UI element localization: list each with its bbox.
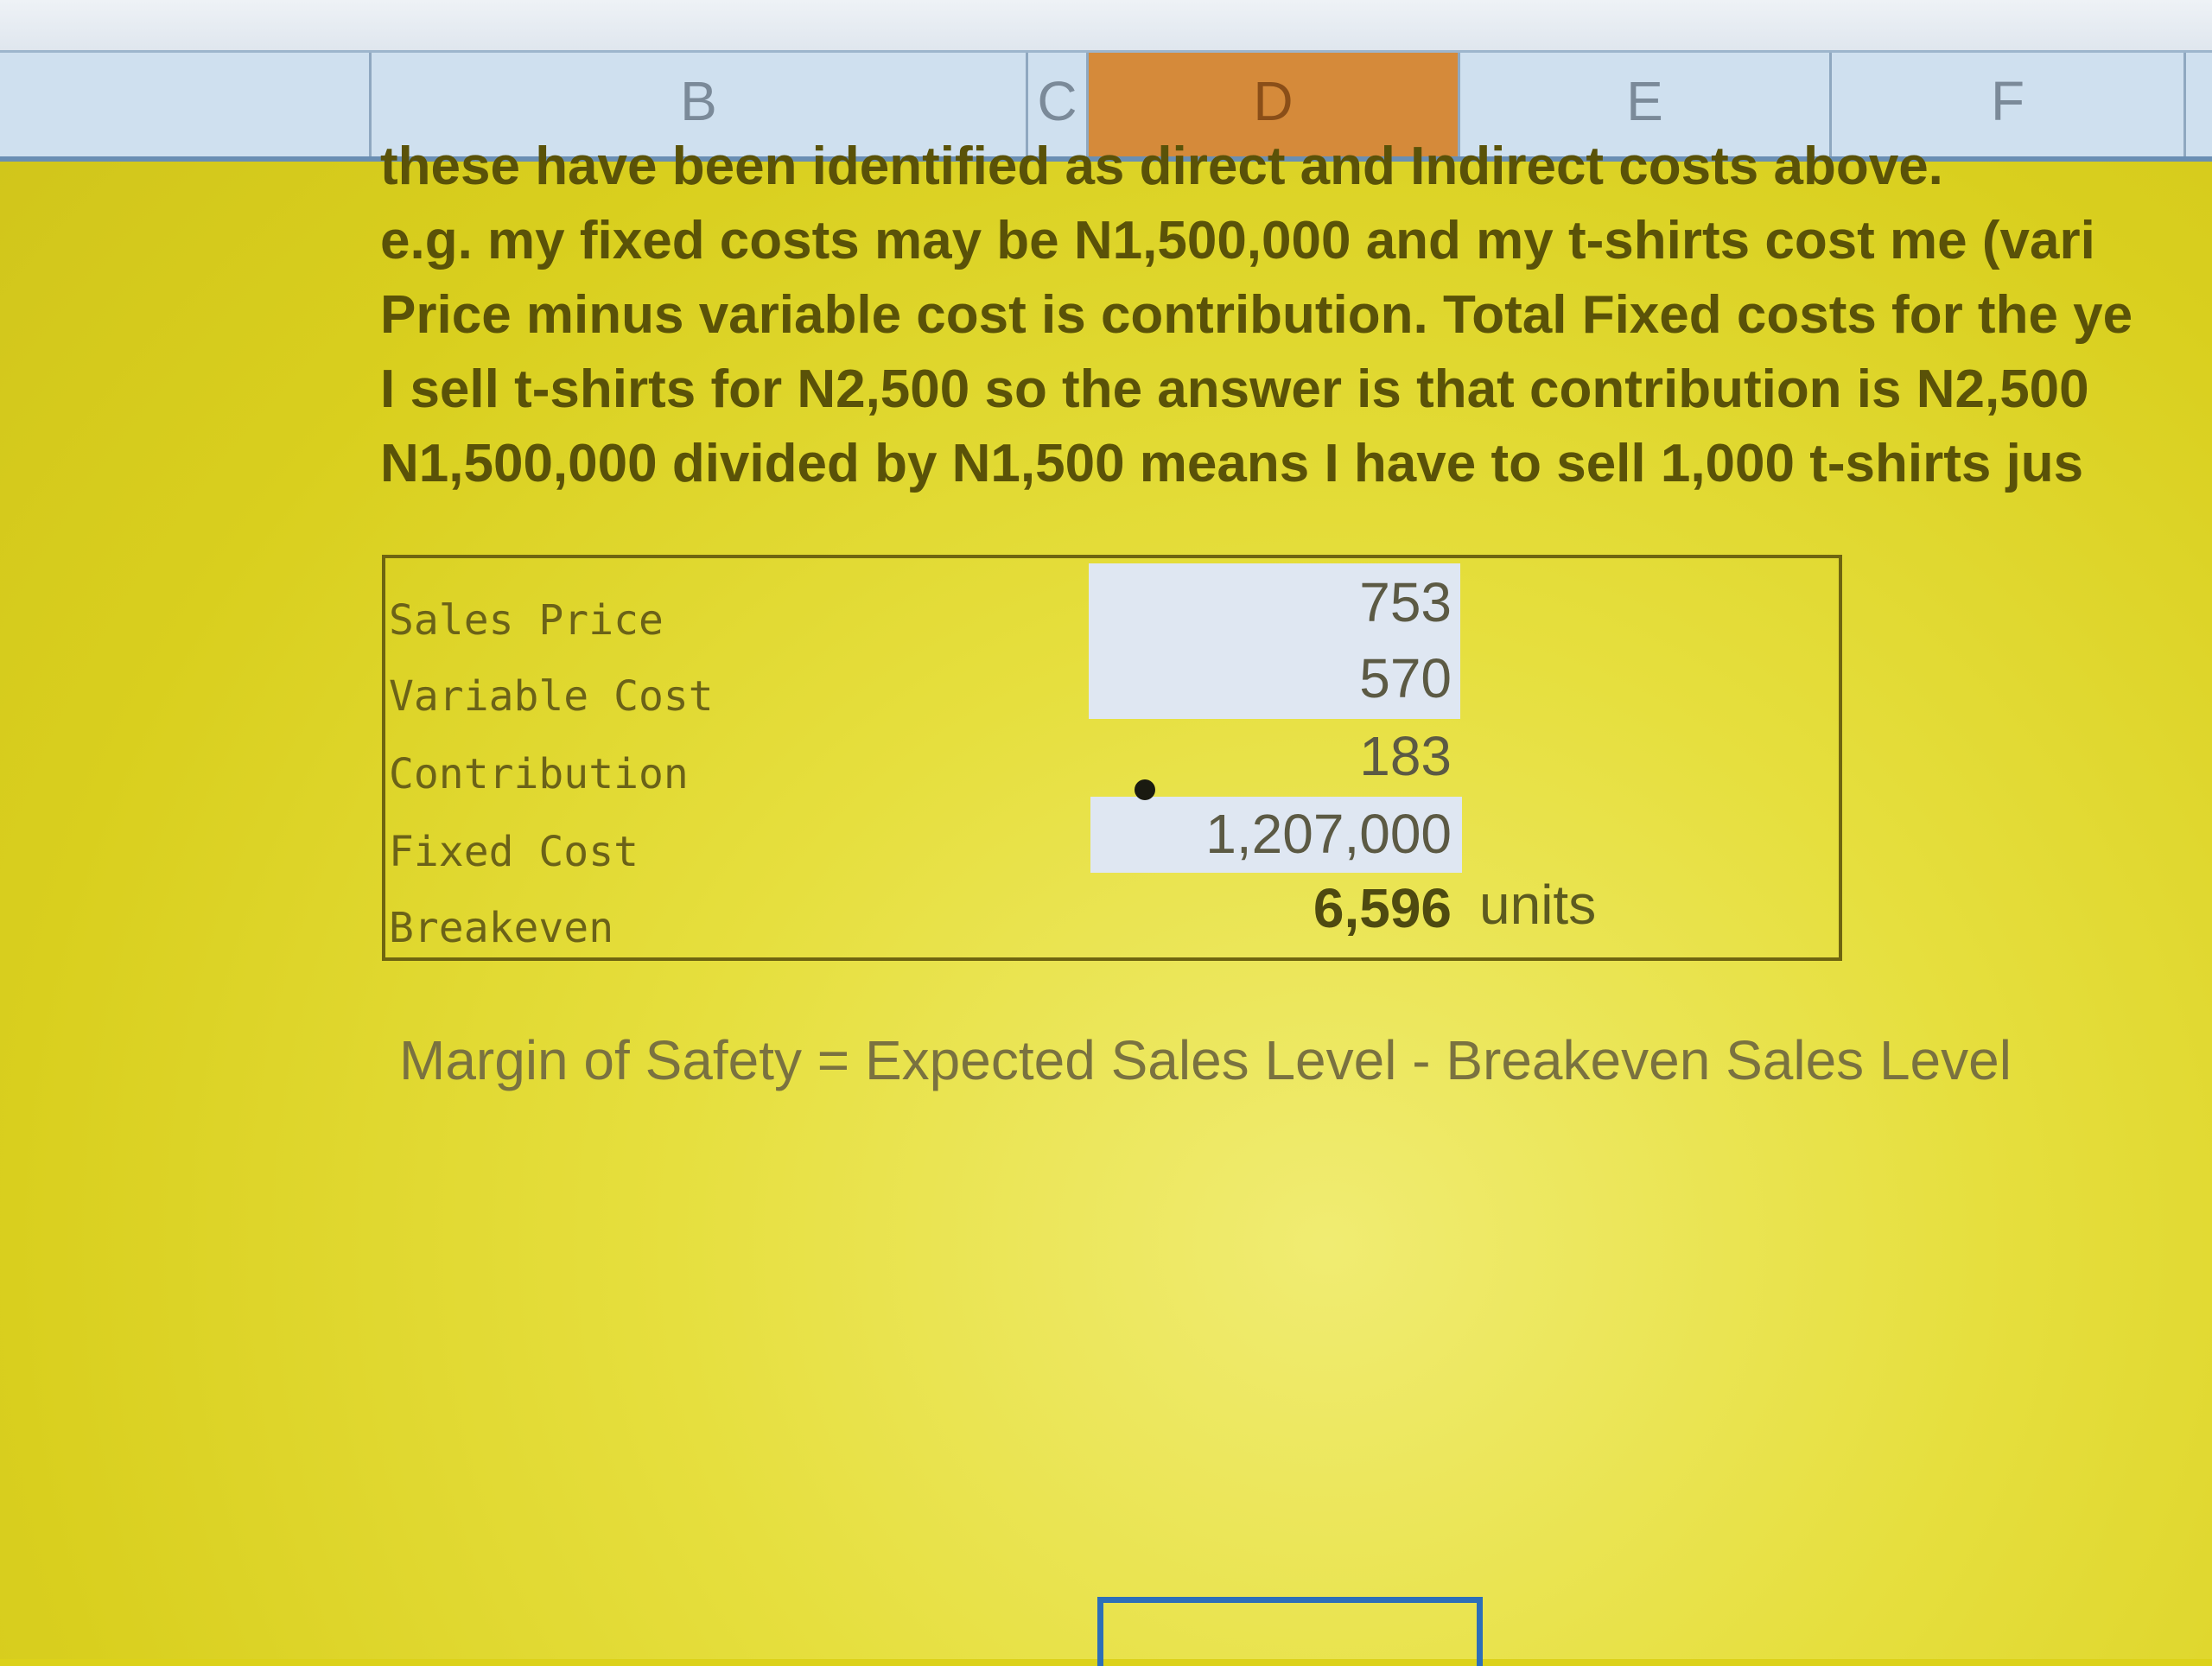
contribution-label[interactable]: Contribution bbox=[389, 750, 689, 798]
window-top-area bbox=[0, 0, 2212, 52]
paragraph-line[interactable]: e.g. my fixed costs may be N1,500,000 an… bbox=[380, 204, 2212, 278]
contribution-value[interactable]: 183 bbox=[1359, 724, 1452, 788]
paragraph-line[interactable]: N1,500,000 divided by N1,500 means I hav… bbox=[380, 427, 2212, 501]
active-cell-selection[interactable] bbox=[1097, 1597, 1483, 1666]
paragraph-line[interactable]: I sell t-shirts for N2,500 so the answer… bbox=[380, 353, 2212, 427]
paragraph-line[interactable]: Price minus variable cost is contributio… bbox=[380, 278, 2212, 353]
sales-price-value[interactable]: 753 bbox=[1359, 570, 1452, 634]
paragraph-line[interactable]: these have been identified as direct and… bbox=[380, 130, 2212, 204]
sales-price-label[interactable]: Sales Price bbox=[389, 596, 664, 645]
margin-of-safety-formula[interactable]: Margin of Safety = Expected Sales Level … bbox=[399, 1028, 2012, 1092]
explanation-paragraph: these have been identified as direct and… bbox=[380, 130, 2212, 501]
fixed-cost-value[interactable]: 1,207,000 bbox=[1205, 802, 1452, 866]
breakeven-label[interactable]: Breakeven bbox=[389, 904, 613, 952]
mouse-pointer-dot bbox=[1135, 779, 1155, 800]
row-header-spacer bbox=[0, 53, 372, 156]
breakeven-value[interactable]: 6,596 bbox=[1313, 876, 1452, 940]
variable-cost-label[interactable]: Variable Cost bbox=[389, 672, 714, 721]
variable-cost-value[interactable]: 570 bbox=[1359, 646, 1452, 710]
fixed-cost-label[interactable]: Fixed Cost bbox=[389, 828, 639, 876]
breakeven-unit[interactable]: units bbox=[1479, 873, 1596, 937]
